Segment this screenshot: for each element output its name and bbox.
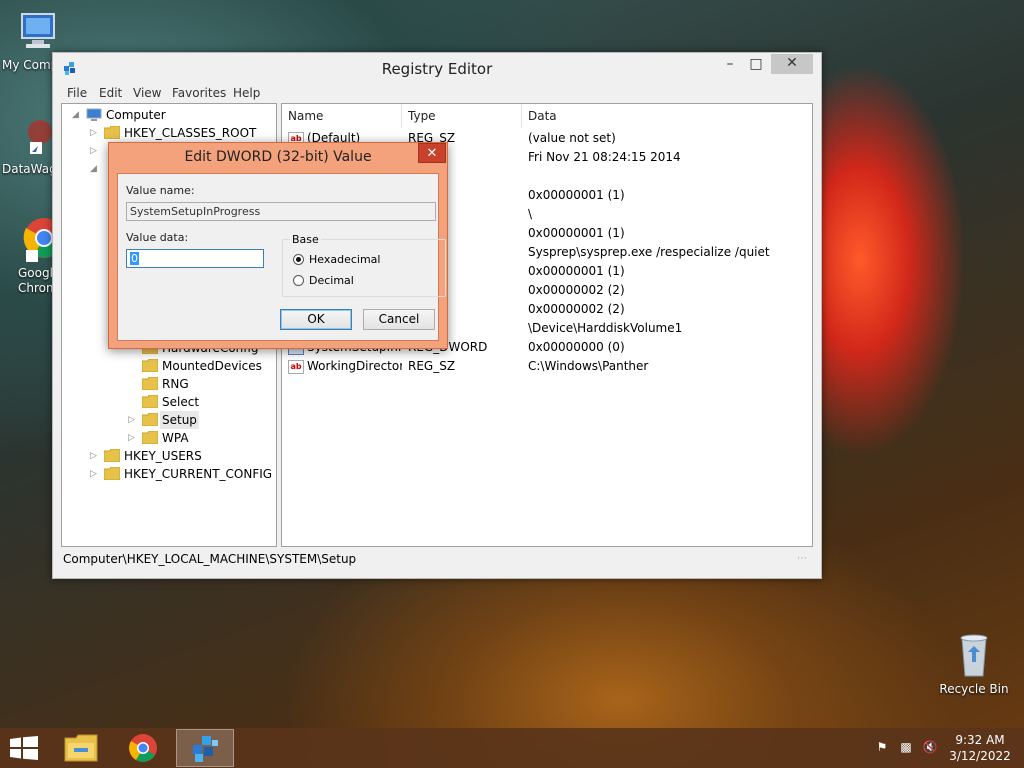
status-path: Computer\HKEY_LOCAL_MACHINE\SYSTEM\Setup <box>63 552 357 566</box>
file-explorer-icon <box>64 734 98 762</box>
menu-file[interactable]: File <box>67 86 87 100</box>
base-groupbox: Base Hexadecimal Decimal <box>282 233 446 297</box>
cancel-button[interactable]: Cancel <box>363 309 435 330</box>
value-data-cell: 0x00000001 (1) <box>528 264 625 278</box>
start-button[interactable] <box>6 734 40 762</box>
desktop-icon-recycle-bin[interactable]: Recycle Bin <box>938 632 1010 696</box>
menu-favorites[interactable]: Favorites <box>172 86 226 100</box>
collapse-arrow-icon[interactable]: ◢ <box>72 106 82 124</box>
base-label: Base <box>290 233 321 246</box>
column-header-data[interactable]: Data <box>522 104 812 128</box>
taskbar: ⚑ ▩ 🔇 9:32 AM 3/12/2022 <box>0 728 1024 768</box>
collapse-arrow-icon[interactable]: ◢ <box>90 160 100 178</box>
expand-arrow-icon[interactable]: ▷ <box>90 465 100 483</box>
value-data-cell: C:\Windows\Panther <box>528 359 649 373</box>
folder-icon <box>104 449 120 462</box>
value-data-cell: 0x00000002 (2) <box>528 283 625 297</box>
taskbar-file-explorer[interactable] <box>52 729 110 767</box>
value-data-text: 0 <box>130 252 139 265</box>
expand-arrow-icon[interactable]: ▷ <box>90 142 100 160</box>
value-type-cell: REG_SZ <box>408 359 456 373</box>
tree-item-label: MountedDevices <box>162 359 262 373</box>
decimal-label: Decimal <box>309 274 354 287</box>
tree-item-label: HKEY_CLASSES_ROOT <box>124 126 257 140</box>
tree-item-label: Setup <box>160 411 199 429</box>
value-data-cell: (value not set) <box>528 131 616 145</box>
value-data-cell: \ <box>528 207 533 221</box>
dialog-body: Value name: SystemSetupInProgress Value … <box>117 173 446 341</box>
computer-icon <box>21 13 55 48</box>
radio-unselected-icon <box>293 275 304 286</box>
action-center-flag-icon[interactable]: ⚑ <box>874 740 890 756</box>
menu-bar: File Edit View Favorites Help <box>53 83 821 103</box>
windows-logo-icon <box>10 736 38 760</box>
value-data-cell: 0x00000001 (1) <box>528 226 625 240</box>
value-name-cell: ab WorkingDirectory <box>288 357 402 376</box>
value-name-label: Value name: <box>126 184 195 197</box>
dialog-title: Edit DWORD (32-bit) Value <box>184 149 372 165</box>
hexadecimal-radio[interactable]: Hexadecimal <box>293 253 433 267</box>
edit-dword-dialog: Edit DWORD (32-bit) Value ✕ Value name: … <box>108 142 448 349</box>
expand-arrow-icon[interactable]: ▷ <box>128 429 138 447</box>
recycle-bin-icon <box>960 634 988 677</box>
tree-item-label: RNG <box>162 377 189 391</box>
value-name-text: WorkingDirectory <box>307 359 402 373</box>
folder-icon <box>142 395 158 408</box>
ok-button[interactable]: OK <box>280 309 352 330</box>
computer-icon <box>86 108 102 121</box>
value-data-cell: Fri Nov 21 08:24:15 2014 <box>528 150 681 164</box>
title-bar[interactable]: Registry Editor – □ ✕ <box>53 53 821 83</box>
value-data-field[interactable]: 0 <box>126 249 264 268</box>
value-row[interactable]: ab WorkingDirectory REG_SZ C:\Windows\Panth… <box>282 357 812 376</box>
close-button[interactable]: ✕ <box>771 54 813 74</box>
value-data-cell: Sysprep\sysprep.exe /respecialize /quiet <box>528 245 770 259</box>
folder-icon <box>142 359 158 372</box>
folder-icon <box>104 467 120 480</box>
value-data-cell: 0x00000001 (1) <box>528 188 625 202</box>
maximize-button[interactable]: □ <box>743 55 769 75</box>
value-data-label: Value data: <box>126 231 189 244</box>
network-icon[interactable]: ▩ <box>898 740 914 756</box>
clock-time: 9:32 AM <box>955 733 1005 747</box>
desktop-icon-label: Googl Chrom <box>18 266 58 295</box>
clock-date: 3/12/2022 <box>949 749 1011 763</box>
chrome-icon <box>129 734 157 762</box>
minimize-button[interactable]: – <box>717 55 743 75</box>
regedit-app-icon <box>193 736 218 762</box>
resize-grip-icon[interactable]: ⋯ <box>797 553 807 564</box>
radio-selected-icon <box>293 254 304 265</box>
value-name-field: SystemSetupInProgress <box>126 202 436 221</box>
decimal-radio[interactable]: Decimal <box>293 274 433 288</box>
folder-icon <box>142 431 158 444</box>
value-data-cell: 0x00000002 (2) <box>528 302 625 316</box>
taskbar-chrome[interactable] <box>114 729 172 767</box>
value-data-cell: 0x00000000 (0) <box>528 340 625 354</box>
expand-arrow-icon[interactable]: ▷ <box>90 124 100 142</box>
hexadecimal-label: Hexadecimal <box>309 253 381 266</box>
speaker-muted-icon[interactable]: 🔇 <box>922 740 938 756</box>
tree-item-label: WPA <box>162 431 189 445</box>
expand-arrow-icon[interactable]: ▷ <box>90 447 100 465</box>
taskbar-clock[interactable]: 9:32 AM 3/12/2022 <box>948 732 1012 764</box>
menu-edit[interactable]: Edit <box>99 86 122 100</box>
dialog-close-button[interactable]: ✕ <box>418 143 446 163</box>
tree-item-label: Select <box>162 395 200 409</box>
folder-icon <box>142 377 158 390</box>
string-value-icon: ab <box>288 359 304 374</box>
expand-arrow-icon[interactable]: ▷ <box>128 411 138 429</box>
tree-item-label: Computer <box>106 108 166 122</box>
menu-view[interactable]: View <box>133 86 161 100</box>
value-data-cell: \Device\HarddiskVolume1 <box>528 321 683 335</box>
column-header-type[interactable]: Type <box>402 104 522 128</box>
folder-icon <box>142 413 158 426</box>
tree-item-label: HKEY_CURRENT_CONFIG <box>124 467 273 481</box>
column-header-name[interactable]: Name <box>282 104 402 128</box>
menu-help[interactable]: Help <box>233 86 260 100</box>
desktop-icon-label: Recycle Bin <box>939 682 1009 696</box>
taskbar-registry-editor[interactable] <box>176 729 234 767</box>
window-title: Registry Editor <box>381 60 493 78</box>
folder-icon <box>104 126 120 139</box>
status-bar: Computer\HKEY_LOCAL_MACHINE\SYSTEM\Setup… <box>61 549 811 569</box>
tree-item-label: HKEY_USERS <box>124 449 202 463</box>
